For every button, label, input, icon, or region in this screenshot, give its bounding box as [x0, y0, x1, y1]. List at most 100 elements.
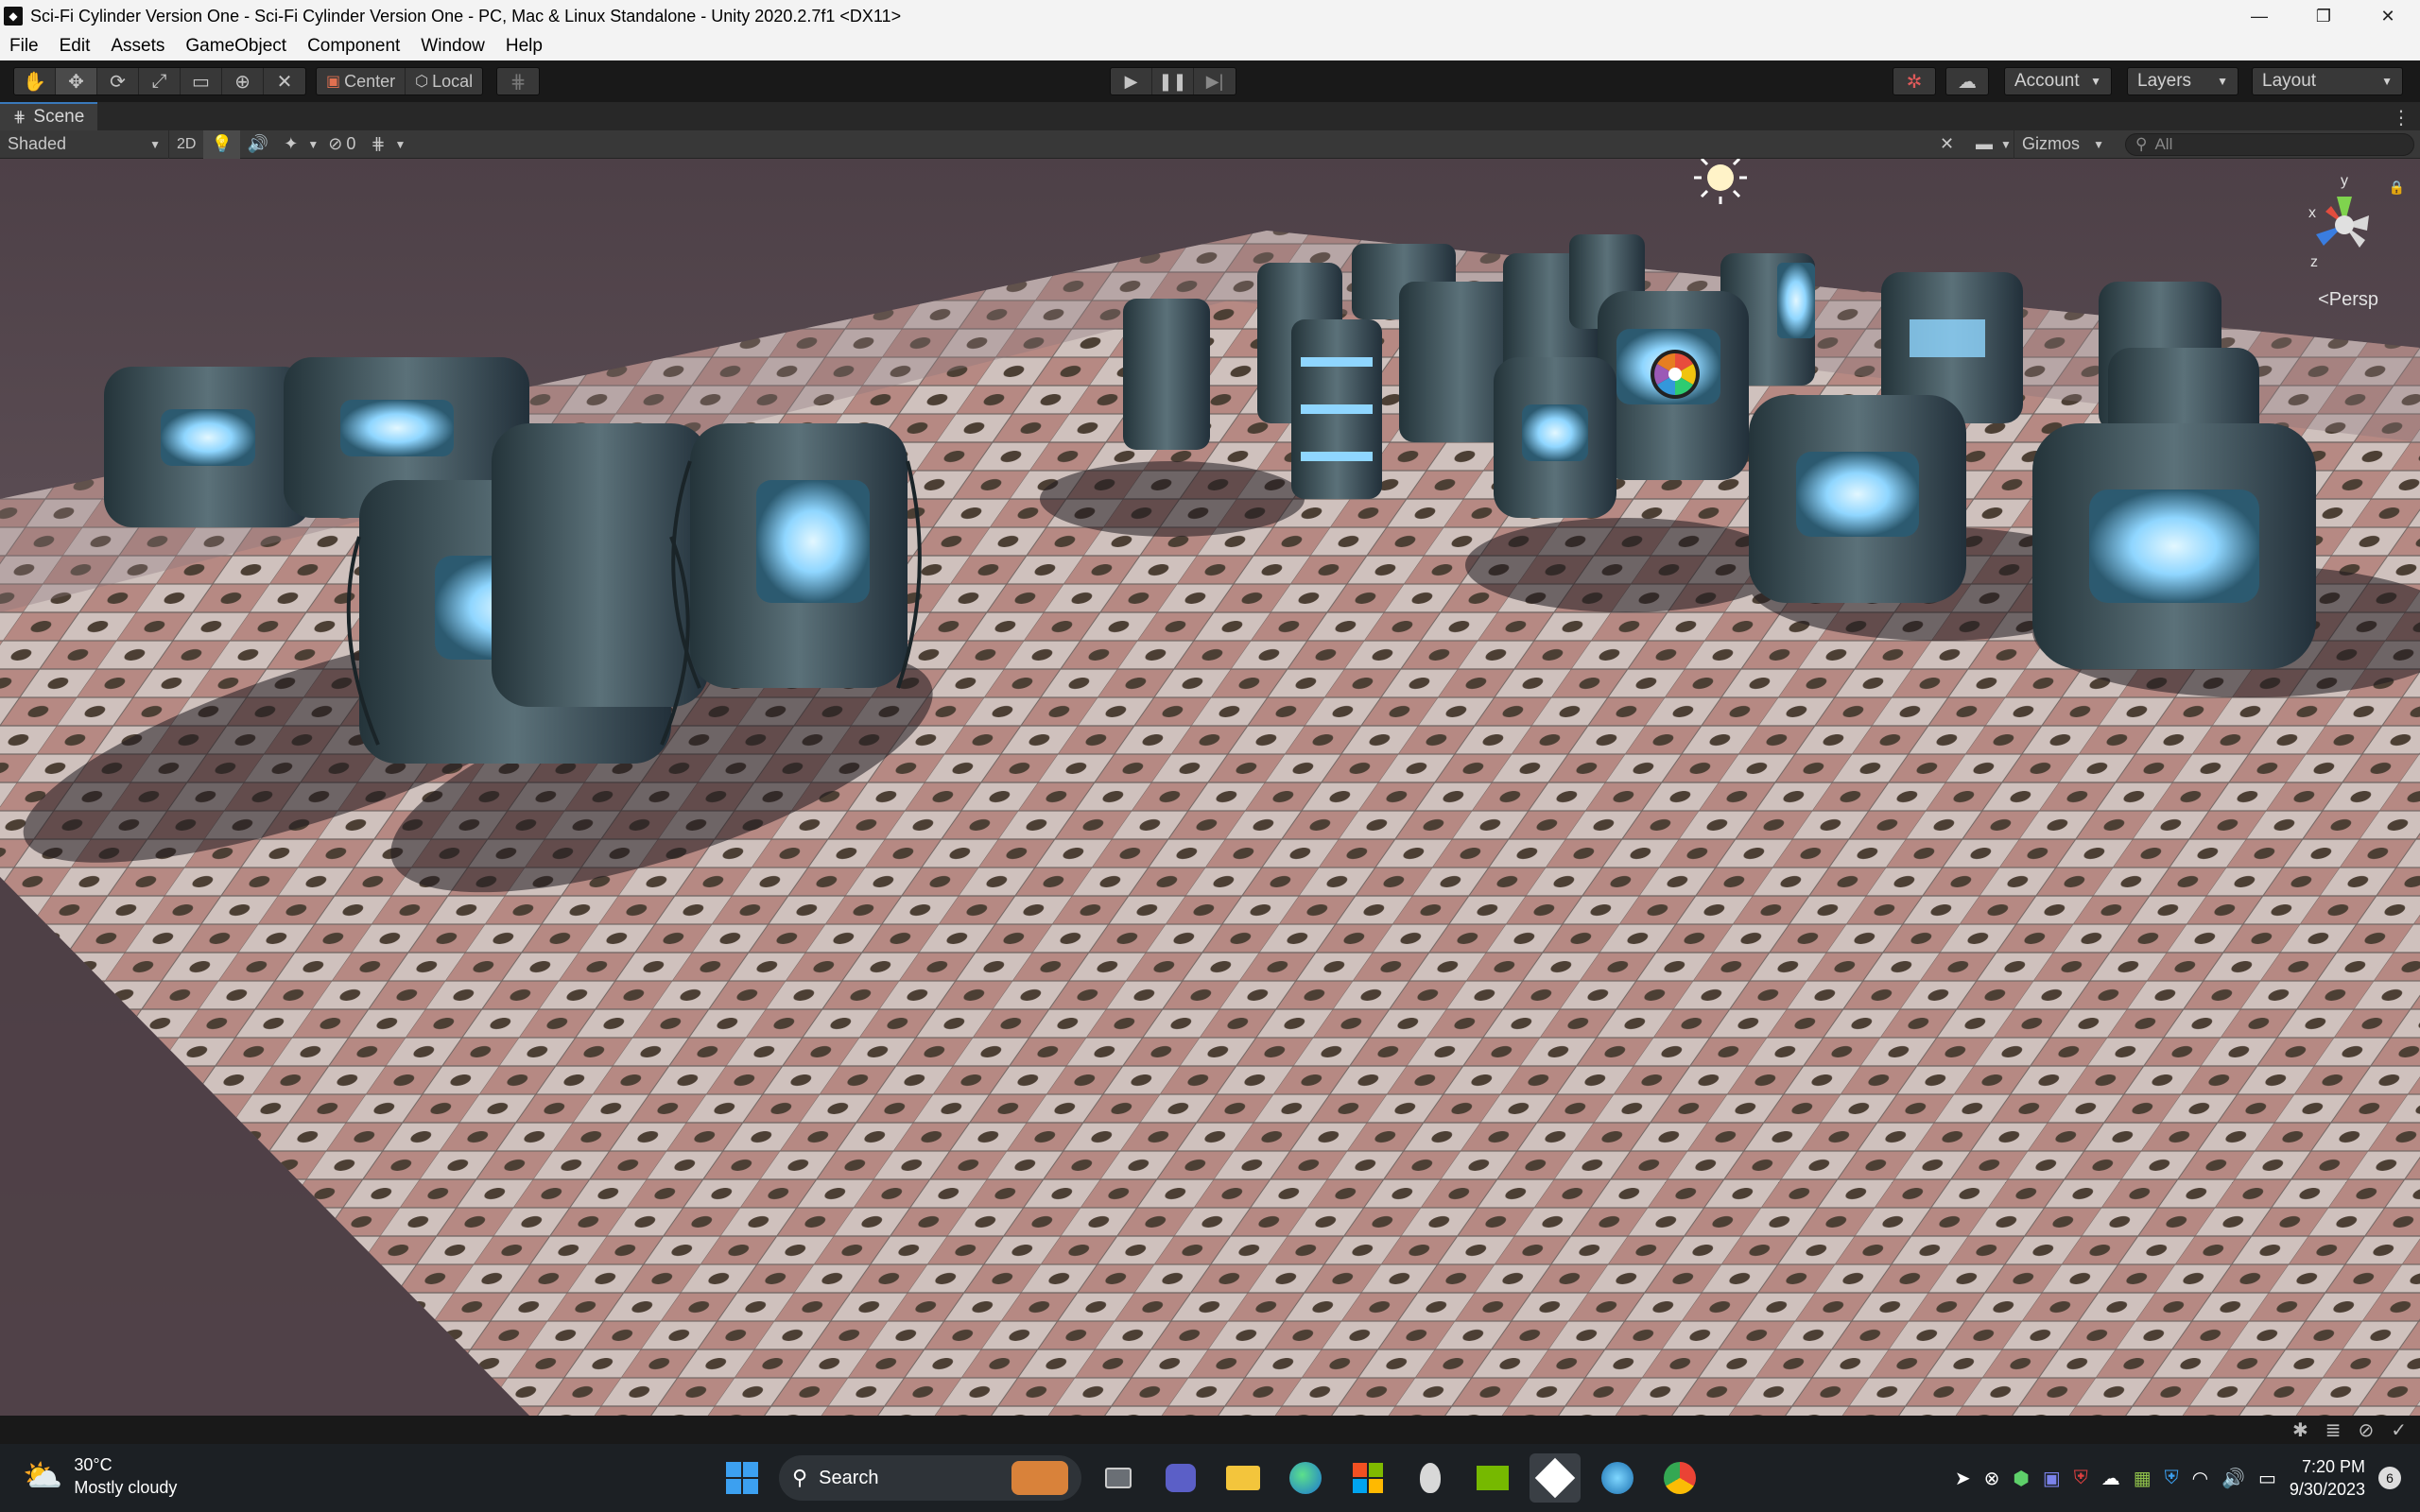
lock-icon[interactable]: 🔒 [2389, 180, 2405, 196]
account-label: Account [2014, 71, 2080, 91]
pivot-center-icon: ▣ [326, 74, 341, 90]
window-title: Sci-Fi Cylinder Version One - Sci-Fi Cyl… [30, 6, 902, 26]
auto-generate-lighting-icon[interactable]: ⊘ [2358, 1418, 2374, 1442]
search-highlight-icon [1011, 1461, 1068, 1495]
play-controls: ▶ ❚❚ ▶| [1110, 67, 1236, 95]
grid-snap-icon[interactable]: ⋕ [497, 68, 539, 94]
taskbar-search[interactable]: ⚲ Search [779, 1455, 1081, 1501]
layout-dropdown[interactable]: Layout ▼ [2252, 67, 2403, 95]
edge-browser-icon[interactable] [1280, 1453, 1331, 1503]
grid-toggle-icon[interactable]: ⋕ [363, 130, 392, 159]
wifi-icon[interactable]: ◠ [2192, 1467, 2208, 1490]
chrome-icon[interactable] [1654, 1453, 1705, 1503]
pivot-space-label: Local [432, 71, 474, 91]
menu-component[interactable]: Component [307, 36, 400, 57]
battery-icon[interactable]: ▭ [2258, 1467, 2276, 1490]
maximize-button[interactable]: ❐ [2291, 0, 2356, 32]
axis-z-label: z [2310, 254, 2318, 270]
hand-tool-icon[interactable]: ✋ [14, 68, 56, 94]
draw-mode-dropdown[interactable]: Shaded ▼ [0, 130, 168, 159]
notification-badge[interactable]: 6 [2378, 1467, 2401, 1489]
taskbar-apps: ⚲ Search [717, 1453, 1705, 1503]
rotate-tool-icon[interactable]: ⟳ [97, 68, 139, 94]
orientation-gizmo[interactable]: y x z [2288, 168, 2401, 282]
chevron-down-icon: ▼ [2217, 75, 2228, 88]
toggle-2d-label: 2D [177, 135, 197, 152]
tools-toggle-icon[interactable]: ✕ [1932, 130, 1962, 159]
menu-assets[interactable]: Assets [111, 36, 164, 57]
start-windows-icon[interactable] [717, 1453, 768, 1503]
nvidia-icon[interactable] [1467, 1453, 1518, 1503]
audio-toggle-icon[interactable]: 🔊 [240, 130, 276, 159]
search-icon: ⚲ [792, 1466, 808, 1489]
antivirus-icon[interactable]: ⛨ [2074, 1468, 2088, 1489]
shield-green-icon[interactable]: ⬢ [2013, 1467, 2029, 1490]
hidden-objects-toggle[interactable]: ⊘ 0 [320, 130, 363, 159]
account-dropdown[interactable]: Account ▼ [2004, 67, 2112, 95]
globe-app-icon[interactable] [1592, 1453, 1643, 1503]
step-button-icon[interactable]: ▶| [1194, 68, 1236, 94]
teams-icon[interactable]: ▣ [2043, 1467, 2061, 1490]
bug-icon[interactable]: ✱ [2292, 1418, 2308, 1442]
cloud-sync-icon[interactable]: ☁ [2101, 1467, 2120, 1490]
draw-mode-label: Shaded [8, 134, 67, 153]
effects-dropdown-icon[interactable]: ▼ [305, 130, 320, 159]
projection-toggle[interactable]: <Persp [2318, 289, 2378, 311]
layers-dropdown[interactable]: Layers ▼ [2127, 67, 2238, 95]
minimize-button[interactable]: — [2227, 0, 2291, 32]
scene-viewport[interactable]: y x z 🔒 <Persp [0, 159, 2420, 1416]
transform-tool-icon[interactable]: ⊕ [222, 68, 264, 94]
pivot-toggles: ▣ Center ⬡ Local [316, 67, 484, 95]
toggle-2d-button[interactable]: 2D [168, 129, 203, 159]
clock[interactable]: 7:20 PM 9/30/2023 [2290, 1455, 2365, 1501]
effects-toggle-icon[interactable]: ✦ [276, 130, 305, 159]
scene-search-input[interactable]: ⚲ All [2125, 133, 2414, 156]
scale-tool-icon[interactable]: ⤢ [139, 68, 181, 94]
alienware-icon[interactable] [1405, 1453, 1456, 1503]
custom-tool-icon[interactable]: ✕ [264, 68, 305, 94]
menu-file[interactable]: File [9, 36, 39, 57]
grid-dropdown-icon[interactable]: ▼ [392, 130, 407, 159]
xbox-icon[interactable]: ⊗ [1984, 1467, 2000, 1490]
cloud-group: ☁ [1945, 67, 1989, 95]
transform-tools: ✋ ✥ ⟳ ⤢ ▭ ⊕ ✕ [13, 67, 306, 95]
cloud-icon[interactable]: ☁ [1946, 68, 1988, 94]
collab-icon[interactable]: ✲ [1893, 68, 1935, 94]
eye-slash-icon: ⊘ [328, 134, 343, 153]
rect-tool-icon[interactable]: ▭ [181, 68, 222, 94]
tab-scene[interactable]: ⋕ Scene [0, 102, 98, 130]
check-circle-icon[interactable]: ✓ [2391, 1418, 2407, 1442]
menu-edit[interactable]: Edit [60, 36, 91, 57]
task-view-icon[interactable] [1093, 1453, 1144, 1503]
chevron-down-icon: ▼ [2381, 75, 2393, 88]
app-tray-icon[interactable]: ▦ [2134, 1467, 2152, 1490]
pivot-center-toggle[interactable]: ▣ Center [317, 68, 406, 94]
microsoft-store-icon[interactable] [1342, 1453, 1393, 1503]
pause-button-icon[interactable]: ❚❚ [1152, 68, 1194, 94]
search-icon: ⚲ [2135, 135, 2148, 153]
weather-widget[interactable]: ⛅ 30°C Mostly cloudy [23, 1453, 177, 1499]
menu-window[interactable]: Window [421, 36, 485, 57]
gizmos-dropdown[interactable]: Gizmos ▼ [2014, 129, 2112, 159]
volume-icon[interactable]: 🔊 [2221, 1467, 2245, 1490]
chat-icon[interactable] [1155, 1453, 1206, 1503]
menu-gameobject[interactable]: GameObject [185, 36, 286, 57]
camera-settings-icon[interactable]: ▬ ▼ [1968, 130, 2019, 159]
clock-date: 9/30/2023 [2289, 1480, 2365, 1499]
layers-label: Layers [2137, 71, 2192, 91]
file-explorer-icon[interactable] [1218, 1453, 1269, 1503]
close-button[interactable]: ✕ [2356, 0, 2420, 32]
gizmos-label: Gizmos [2022, 134, 2081, 153]
defender-icon[interactable]: ⛨ [2165, 1468, 2179, 1489]
send-icon[interactable]: ➤ [1955, 1467, 1971, 1490]
play-button-icon[interactable]: ▶ [1111, 68, 1152, 94]
lighting-toggle-icon[interactable]: 💡 [203, 129, 240, 159]
pivot-space-toggle[interactable]: ⬡ Local [406, 68, 482, 94]
move-tool-icon[interactable]: ✥ [56, 68, 97, 94]
main-toolbar: ✋ ✥ ⟳ ⤢ ▭ ⊕ ✕ ▣ Center ⬡ Local ⋕ ▶ ❚❚ ▶|… [0, 60, 2420, 102]
tab-menu-icon[interactable]: ⋮ [2392, 106, 2411, 129]
unity-taskbar-icon[interactable] [1530, 1453, 1581, 1503]
progress-icon[interactable]: ≣ [2325, 1418, 2342, 1442]
window-titlebar: ◆ Sci-Fi Cylinder Version One - Sci-Fi C… [0, 0, 2420, 32]
menu-help[interactable]: Help [506, 36, 543, 57]
